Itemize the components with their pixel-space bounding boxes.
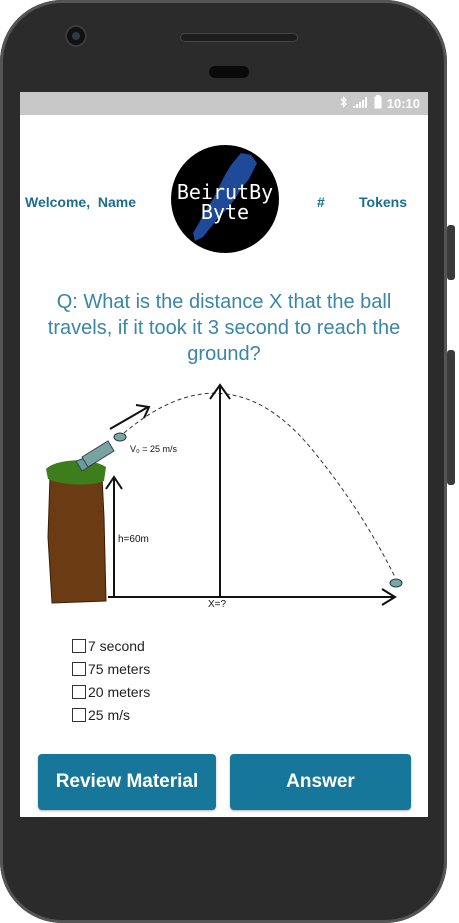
option-label: 7 second — [88, 637, 145, 654]
option-item[interactable]: 7 second — [72, 634, 150, 657]
power-button — [447, 350, 455, 485]
option-label: 25 m/s — [88, 706, 131, 723]
velocity-arrow — [109, 406, 149, 430]
user-name: Name — [97, 194, 137, 210]
projectile-diagram: V₀ = 25 m/s h=60m X=? — [20, 377, 428, 617]
signal-icon — [352, 96, 369, 111]
ball-start — [113, 432, 127, 442]
question-text: Q: What is the distance X that the ball … — [47, 291, 401, 365]
status-bar: 10:10 — [20, 92, 428, 115]
battery-icon — [374, 95, 382, 112]
option-item[interactable]: 25 m/s — [72, 703, 150, 726]
app-screen: 10:10 Welcome, Name BeirutBy Byte # Toke… — [20, 92, 428, 817]
cannon-barrel — [81, 440, 115, 468]
volume-button — [447, 225, 455, 280]
checkbox[interactable] — [72, 661, 86, 676]
bluetooth-icon — [340, 95, 348, 111]
checkbox[interactable] — [72, 638, 86, 653]
cliff — [47, 476, 107, 604]
ball-end — [389, 578, 403, 588]
answer-options: 7 second 75 meters 20 meters 25 m/s — [72, 634, 150, 726]
phone-frame: 10:10 Welcome, Name BeirutBy Byte # Toke… — [0, 0, 459, 923]
grass — [46, 460, 106, 485]
checkbox[interactable] — [72, 684, 86, 699]
token-count: # — [317, 194, 325, 210]
tokens-label: Tokens — [359, 194, 407, 210]
logo-text-line2: Byte — [200, 200, 250, 224]
option-item[interactable]: 75 meters — [72, 657, 150, 680]
earpiece-speaker — [180, 33, 298, 42]
checkbox[interactable] — [72, 707, 86, 722]
height-label: h=60m — [118, 534, 149, 545]
option-item[interactable]: 20 meters — [72, 680, 150, 703]
trajectory — [123, 392, 396, 578]
proximity-sensor — [209, 66, 249, 78]
option-label: 75 meters — [88, 660, 151, 677]
velocity-label: V₀ = 25 m/s — [130, 444, 178, 454]
welcome-text: Welcome, Name — [25, 194, 136, 210]
status-time: 10:10 — [386, 96, 420, 111]
review-material-button[interactable]: Review Material — [38, 754, 216, 810]
beirut-by-byte-logo: BeirutBy Byte — [171, 145, 279, 253]
distance-label: X=? — [208, 599, 227, 610]
status-icons: 10:10 — [340, 92, 420, 115]
front-camera — [67, 27, 85, 45]
welcome-label: Welcome, — [25, 194, 91, 210]
option-label: 20 meters — [88, 683, 151, 700]
answer-button[interactable]: Answer — [230, 754, 411, 810]
